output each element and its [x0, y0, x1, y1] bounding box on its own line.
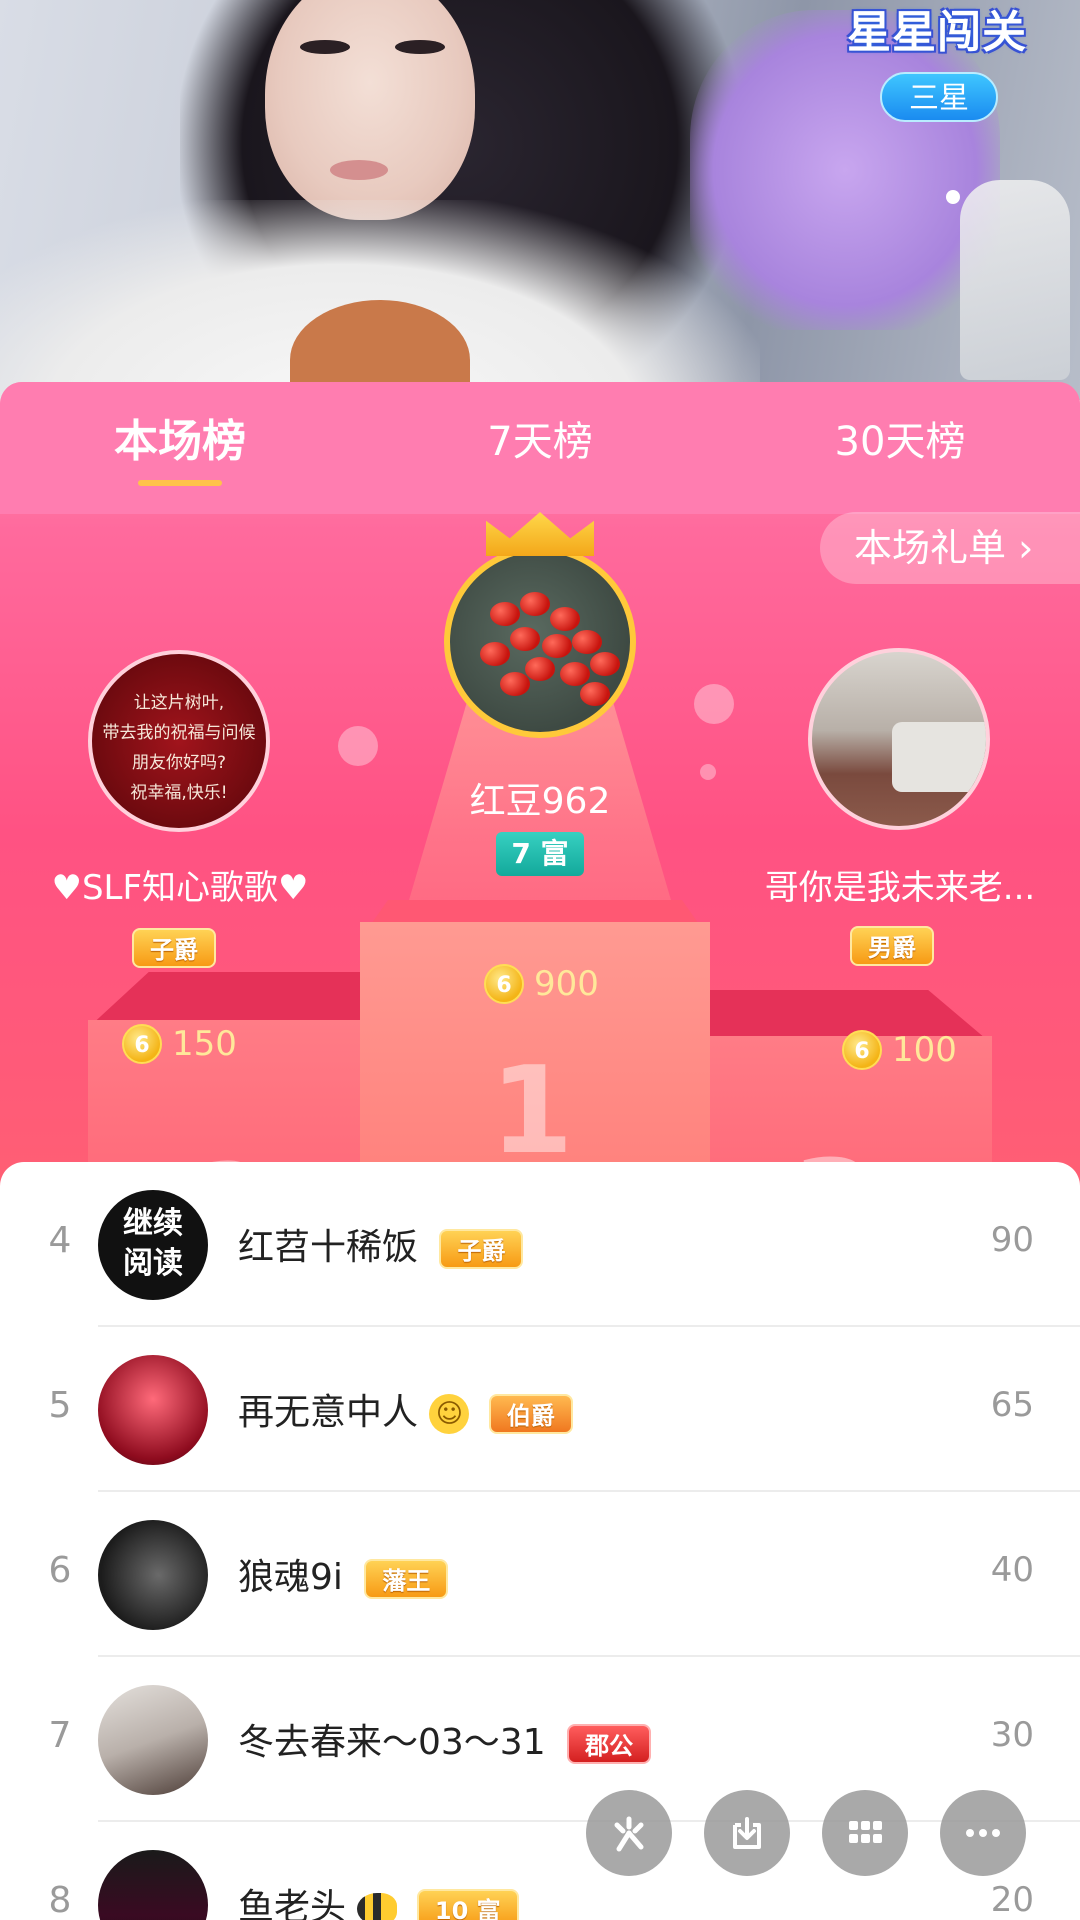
- streamer-eye: [300, 40, 350, 54]
- more-button[interactable]: [940, 1790, 1026, 1876]
- podium-rank-number: 1: [490, 1042, 574, 1181]
- user-name-text: 再无意中人: [238, 1392, 419, 1433]
- sparkle-button[interactable]: [586, 1790, 672, 1876]
- user-name-text: 冬去春来～03～31: [238, 1722, 546, 1763]
- live-video[interactable]: 星星闯关 三星: [0, 0, 1080, 400]
- challenge-level-badge[interactable]: 三星: [880, 72, 998, 122]
- user-name[interactable]: 狼魂9i 藩王: [238, 1548, 449, 1600]
- streamer-eye: [395, 40, 445, 54]
- grid-icon: [849, 1821, 882, 1843]
- user-name[interactable]: 鱼老头 10 富: [238, 1878, 519, 1920]
- crown-icon: [486, 512, 594, 556]
- first-place-avatar[interactable]: [444, 546, 636, 738]
- third-place-avatar[interactable]: [808, 648, 990, 830]
- ranking-tabs: 本场榜 7天榜 30天榜: [0, 382, 1080, 514]
- sparkle-decoration: [694, 684, 734, 724]
- sparkle-decoration: [700, 764, 716, 780]
- noble-title-badge: 子爵: [439, 1229, 524, 1269]
- streamer-mouth: [330, 160, 388, 180]
- score: 90: [990, 1220, 1034, 1260]
- tab-this-session[interactable]: 本场榜: [100, 412, 260, 472]
- third-place-coins: 6 100: [842, 1028, 957, 1072]
- grinning-face-icon: ☺: [429, 1394, 470, 1434]
- avatar[interactable]: [98, 1520, 208, 1630]
- more-icon: [966, 1829, 1000, 1837]
- noble-title-badge: 藩王: [364, 1559, 449, 1599]
- challenge-badge-title[interactable]: 星星闯关: [842, 0, 1032, 66]
- coin-icon: 6: [842, 1030, 882, 1070]
- coin-icon: 6: [484, 964, 524, 1004]
- avatar[interactable]: [98, 1355, 208, 1465]
- avatar[interactable]: 继续 阅读: [98, 1190, 208, 1300]
- user-name[interactable]: 红苕十稀饭 子爵: [238, 1218, 524, 1270]
- list-item[interactable]: 6 狼魂9i 藩王 40: [0, 1492, 1080, 1657]
- noble-title-badge: 子爵: [132, 928, 216, 968]
- avatar[interactable]: [98, 1850, 208, 1920]
- score: 30: [990, 1715, 1034, 1755]
- avatar-caption: 阅读: [123, 1246, 183, 1281]
- active-tab-indicator: [138, 480, 222, 486]
- page-indicator-dot: [946, 190, 960, 204]
- second-place-avatar[interactable]: 让这片树叶, 带去我的祝福与问候 朋友你好吗? 祝幸福,快乐!: [88, 650, 270, 832]
- rich-level-badge: 10 富: [416, 1889, 519, 1920]
- score: 65: [990, 1385, 1034, 1425]
- user-name[interactable]: 冬去春来～03～31 郡公: [238, 1713, 652, 1765]
- coin-icon: 6: [122, 1024, 162, 1064]
- sparkle-decoration: [338, 726, 378, 766]
- rank-number: 8: [48, 1880, 72, 1920]
- rank-number: 7: [48, 1715, 72, 1756]
- list-item[interactable]: 4 继续 阅读 红苕十稀饭 子爵 90: [0, 1162, 1080, 1327]
- ranking-panel: 本场榜 7天榜 30天榜 本场礼单 › 2 3 1 红豆962 7 富 6: [0, 382, 1080, 1202]
- noble-title-badge: 郡公: [567, 1724, 652, 1764]
- coin-value: 100: [892, 1030, 957, 1070]
- download-button[interactable]: [704, 1790, 790, 1876]
- score: 20: [990, 1880, 1034, 1920]
- coin-value: 150: [172, 1024, 237, 1064]
- rank-number: 5: [48, 1385, 72, 1426]
- second-place-name[interactable]: ♥SLF知心歌歌♥: [30, 860, 330, 909]
- user-name-text: 红苕十稀饭: [238, 1227, 419, 1268]
- user-name-text: 鱼老头: [238, 1887, 347, 1920]
- rank-list[interactable]: 4 继续 阅读 红苕十稀饭 子爵 90 5 再无意中人 ☺ 伯爵 65 6 狼魂…: [0, 1162, 1080, 1920]
- fish-icon: [357, 1893, 398, 1920]
- avatar-caption: 带去我的祝福与问候: [102, 723, 256, 743]
- list-item[interactable]: 5 再无意中人 ☺ 伯爵 65: [0, 1327, 1080, 1492]
- gift-list-button[interactable]: 本场礼单 ›: [820, 512, 1080, 584]
- rank-number: 4: [48, 1220, 72, 1261]
- avatar-photo: [892, 722, 986, 792]
- second-place-coins: 6 150: [122, 1022, 237, 1066]
- rich-level-badge: 7 富: [496, 832, 584, 876]
- list-item[interactable]: 7 冬去春来～03～31 郡公 30: [0, 1657, 1080, 1822]
- streamer-face: [265, 0, 475, 220]
- avatar-caption: 继续: [123, 1206, 183, 1241]
- microphone-stand: [960, 180, 1070, 380]
- avatar-caption: 让这片树叶,: [133, 693, 225, 713]
- grid-button[interactable]: [822, 1790, 908, 1876]
- tab-30-days[interactable]: 30天榜: [820, 412, 980, 472]
- first-place-name[interactable]: 红豆962: [390, 772, 690, 824]
- user-name[interactable]: 再无意中人 ☺ 伯爵: [238, 1383, 573, 1435]
- download-icon: [733, 1817, 761, 1849]
- rank-number: 6: [48, 1550, 72, 1591]
- third-place-name[interactable]: 哥你是我未来老...: [750, 860, 1050, 909]
- list-item[interactable]: 8 鱼老头 10 富 20: [0, 1822, 1080, 1920]
- coin-value: 900: [534, 964, 599, 1004]
- user-name-text: 狼魂9i: [238, 1557, 343, 1598]
- avatar-caption: 朋友你好吗?: [131, 753, 227, 773]
- sparkle-icon: [614, 1816, 644, 1852]
- avatar[interactable]: [98, 1685, 208, 1795]
- avatar-caption: 祝幸福,快乐!: [130, 783, 228, 803]
- score: 40: [990, 1550, 1034, 1590]
- noble-title-badge: 男爵: [850, 926, 934, 966]
- first-place-coins: 6 900: [484, 962, 599, 1006]
- tab-7-days[interactable]: 7天榜: [460, 412, 620, 472]
- noble-title-badge: 伯爵: [488, 1394, 573, 1434]
